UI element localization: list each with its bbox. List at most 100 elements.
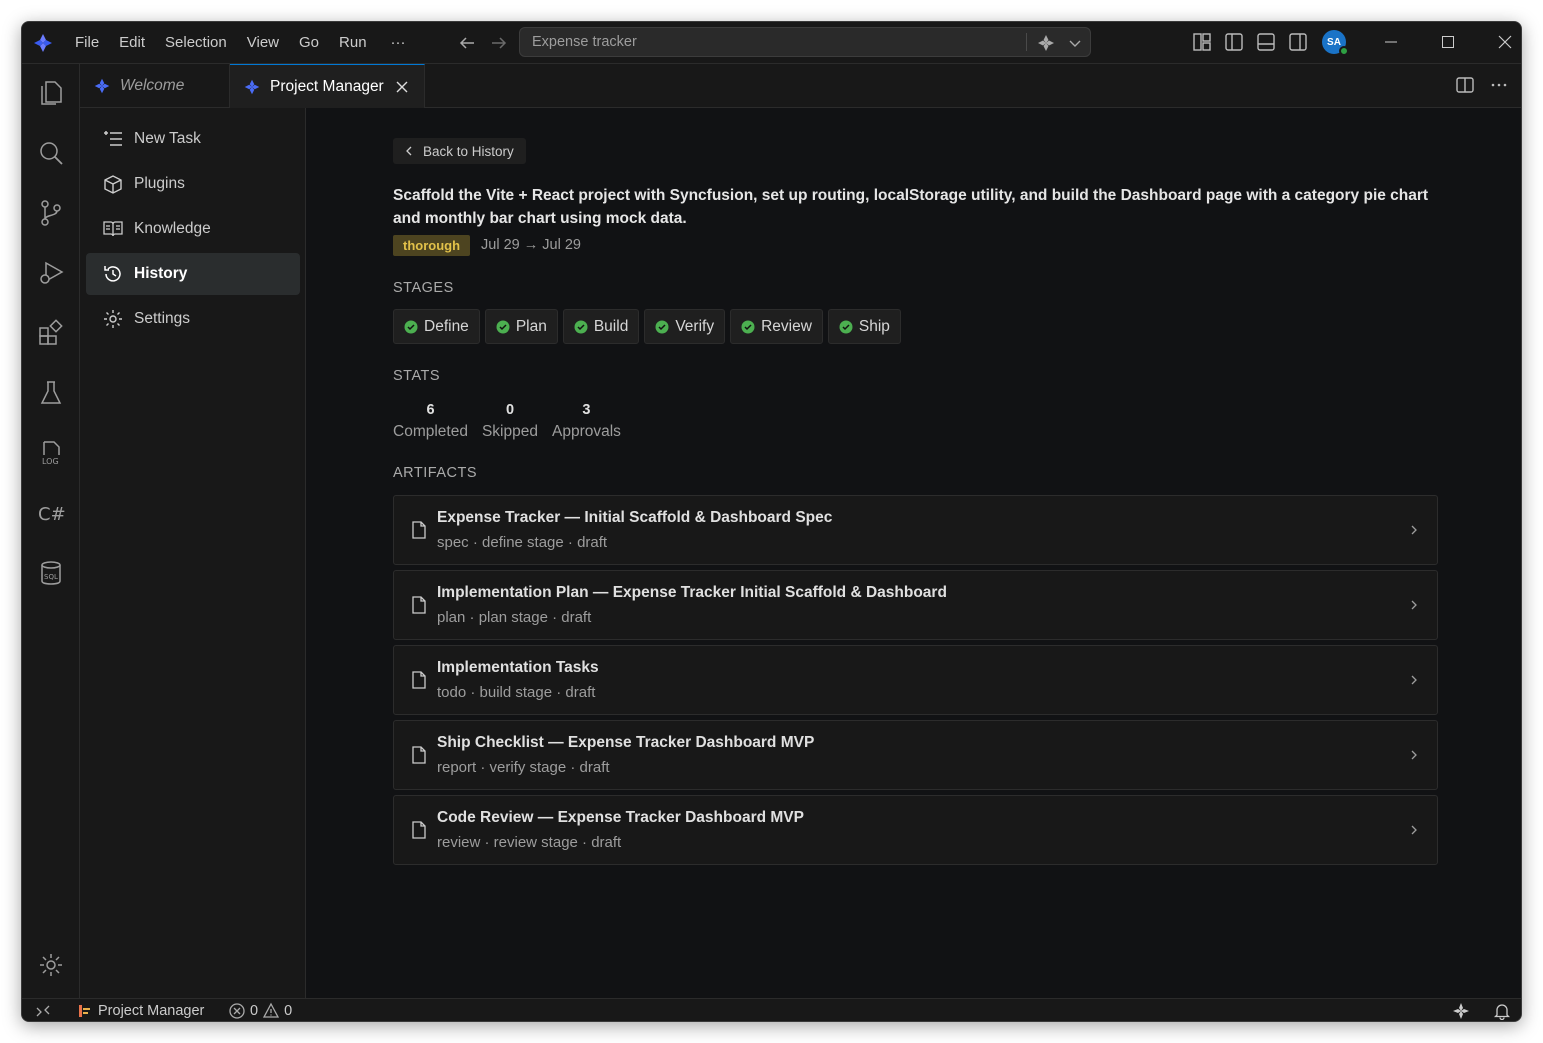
layout-controls [1191,31,1309,53]
sidebar-item-label: New Task [134,130,201,147]
run-debug-icon [40,261,64,284]
chevron-down-icon[interactable] [1067,35,1083,51]
svg-text:LOG: LOG [42,457,59,466]
sidebar-item-new-task[interactable]: New Task [86,118,300,160]
close-window-button[interactable] [1476,22,1521,62]
artifact-item[interactable]: Implementation Tasks todo · build stage … [393,645,1438,715]
sidebar-item-settings[interactable]: Settings [86,298,300,340]
menu-edit[interactable]: Edit [109,22,155,64]
activity-bar: LOG C# SQL [22,64,80,998]
search-icon [40,142,63,165]
command-center-text: Expense tracker [532,34,637,50]
editor-actions [1455,75,1509,95]
app-logo-icon[interactable] [32,32,54,54]
activity-database[interactable]: SQL [34,556,68,590]
stage-define[interactable]: Define [393,309,480,344]
menu-file[interactable]: File [65,22,109,64]
activity-manage[interactable] [34,948,68,982]
back-to-history-button[interactable]: Back to History [393,138,526,164]
task-dates: Jul 29 → Jul 29 [481,237,581,253]
activity-search[interactable] [34,136,68,170]
stages-list: Define Plan Build Verify Review Ship [393,309,901,344]
maximize-button[interactable] [1419,22,1476,62]
file-icon [412,746,426,764]
extensions-icon [39,319,63,345]
file-icon [412,821,426,839]
artifact-title: Expense Tracker — Initial Scaffold & Das… [437,509,833,526]
app-window: File Edit Selection View Go Run ··· Expe… [21,21,1522,1022]
copilot-icon[interactable] [1035,32,1057,54]
stage-label: Review [761,317,812,335]
status-copilot[interactable] [1452,1002,1470,1020]
project-icon [79,1005,90,1017]
stage-ship[interactable]: Ship [827,309,901,344]
status-problems[interactable]: 0 0 [228,1002,292,1020]
avatar-initials: SA [1327,36,1341,48]
customize-layout-icon[interactable] [1191,31,1213,53]
sidebar-item-history[interactable]: History [86,253,300,295]
artifact-title: Code Review — Expense Tracker Dashboard … [437,809,804,826]
activity-explorer[interactable] [34,76,68,110]
menu-more[interactable]: ··· [377,22,416,64]
toggle-panel-icon[interactable] [1255,31,1277,53]
sidebar-item-plugins[interactable]: Plugins [86,163,300,205]
mode-badge: thorough [393,235,471,256]
status-project[interactable]: Project Manager [76,1002,204,1020]
sidebar-item-knowledge[interactable]: Knowledge [86,208,300,250]
artifacts-list: Expense Tracker — Initial Scaffold & Das… [393,495,1438,870]
menu-run[interactable]: Run [329,22,377,64]
avatar[interactable]: SA [1322,30,1349,56]
activity-run-debug[interactable] [34,256,68,290]
stage-build[interactable]: Build [562,309,640,344]
stage-verify[interactable]: Verify [644,309,726,344]
status-notifications[interactable] [1493,1002,1511,1020]
activity-log[interactable]: LOG [34,436,68,470]
error-icon [229,1003,245,1019]
gear-icon [40,954,62,976]
minimize-icon [1384,41,1397,43]
artifact-item[interactable]: Code Review — Expense Tracker Dashboard … [393,795,1438,865]
sql-database-icon: SQL [41,561,61,585]
minimize-button[interactable] [1362,22,1419,62]
artifact-item[interactable]: Ship Checklist — Expense Tracker Dashboa… [393,720,1438,790]
toggle-primary-sidebar-icon[interactable] [1223,31,1245,53]
gear-icon [104,310,122,328]
artifact-item[interactable]: Expense Tracker — Initial Scaffold & Das… [393,495,1438,565]
status-bar: Project Manager 0 0 [22,998,1521,1021]
tab-label: Welcome [120,77,185,94]
check-circle-icon [839,320,853,333]
close-icon[interactable] [394,79,410,95]
source-control-icon [41,200,61,226]
artifact-item[interactable]: Implementation Plan — Expense Tracker In… [393,570,1438,640]
activity-csharp[interactable]: C# [34,496,68,530]
error-count: 0 [250,1003,259,1019]
stage-review[interactable]: Review [730,309,823,344]
toggle-secondary-sidebar-icon[interactable] [1287,31,1309,53]
tab-project-manager[interactable]: Project Manager [230,64,425,108]
activity-extensions[interactable] [34,316,68,350]
stat-label: Approvals [551,423,621,440]
back-arrow-icon[interactable] [456,32,478,54]
activity-testing[interactable] [34,376,68,410]
task-title: Scaffold the Vite + React project with S… [393,187,1429,227]
split-editor-icon[interactable] [1455,75,1475,95]
forward-arrow-icon[interactable] [488,32,510,54]
stat-skipped: 0 Skipped [482,400,538,444]
flask-icon [40,381,62,404]
chevron-right-icon [1411,750,1417,760]
menu-selection[interactable]: Selection [155,22,237,64]
more-actions-icon[interactable] [1489,75,1509,95]
menu-view[interactable]: View [237,22,289,64]
menu-go[interactable]: Go [289,22,329,64]
remote-indicator[interactable] [34,1002,52,1020]
stage-plan[interactable]: Plan [484,309,558,344]
command-center[interactable]: Expense tracker [519,27,1091,57]
editor-tab-bar: Welcome Project Manager [80,64,1521,108]
title-bar: File Edit Selection View Go Run ··· Expe… [22,22,1521,64]
package-icon [104,175,122,194]
activity-source-control[interactable] [34,196,68,230]
tab-welcome[interactable]: Welcome [80,64,230,108]
back-label: Back to History [423,143,514,159]
stages-heading: STAGES [393,280,454,296]
file-icon [412,671,426,689]
